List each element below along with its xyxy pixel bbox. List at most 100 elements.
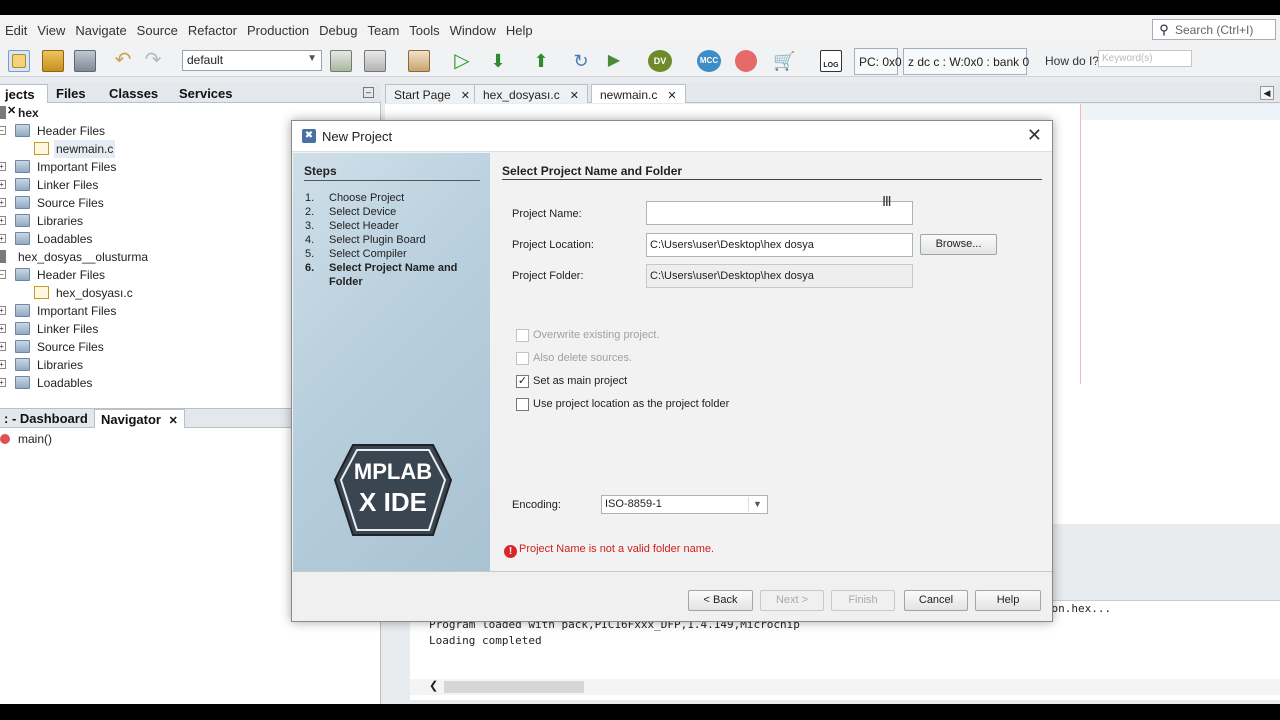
expand-icon[interactable]: + (0, 324, 6, 333)
cancel-button[interactable]: Cancel (904, 590, 968, 611)
keyword-input[interactable]: Keyword(s) (1098, 50, 1192, 67)
next-button[interactable]: Next > (760, 590, 824, 611)
folder-icon (15, 196, 30, 209)
folder-icon (15, 124, 30, 137)
back-button[interactable]: < Back (688, 590, 753, 611)
folder-icon (15, 268, 30, 281)
tree-item-label: Important Files (37, 304, 117, 318)
debug-icon[interactable]: ▶ (603, 50, 625, 72)
step-item: 5. Select Compiler (305, 247, 485, 261)
tree-item-label: hex_dosyası.c (56, 286, 133, 300)
scroll-tabs-icon[interactable]: ◀ (1260, 86, 1274, 100)
expand-icon[interactable]: + (0, 180, 6, 189)
menu-help[interactable]: Help (501, 23, 538, 38)
build-icon[interactable] (330, 50, 352, 72)
projects-panel-tabs: jects ✕ Files Classes Services – (0, 83, 381, 117)
close-icon[interactable]: ✕ (461, 90, 470, 102)
expand-icon[interactable]: + (0, 216, 6, 225)
collapse-icon[interactable]: − (0, 126, 6, 135)
menu-production[interactable]: Production (242, 23, 314, 38)
step-label: Select Project Name and Folder (329, 262, 458, 288)
step-item-current: 6. Select Project Name and Folder (305, 261, 485, 289)
expand-icon[interactable]: + (0, 234, 6, 243)
chevron-down-icon: ▼ (307, 53, 317, 64)
step-number: 2. (305, 206, 315, 218)
folder-icon (15, 178, 30, 191)
scroll-left-icon[interactable]: ❮ (429, 679, 438, 692)
search-input[interactable]: ⚲ Search (Ctrl+I) (1152, 19, 1276, 40)
configuration-select[interactable]: default ▼ (182, 50, 322, 71)
dv-icon[interactable]: DV (648, 50, 672, 72)
folder-icon (15, 232, 30, 245)
step-item: 2. Select Device (305, 205, 485, 219)
text-cursor-icon: Ⅲ (882, 193, 892, 209)
tab-services[interactable]: Services (173, 84, 239, 103)
undo-icon[interactable]: ↶ (112, 50, 134, 72)
menu-debug[interactable]: Debug (314, 23, 362, 38)
mcc-icon[interactable]: MCC (697, 50, 721, 72)
reset-icon[interactable]: ↻ (570, 50, 592, 72)
menu-tools[interactable]: Tools (404, 23, 444, 38)
minimize-icon[interactable]: – (363, 87, 374, 98)
horizontal-scrollbar[interactable]: ❮ (410, 679, 1280, 695)
step-item: 3. Select Header (305, 219, 485, 233)
tab-files[interactable]: Files (50, 84, 92, 103)
finish-button[interactable]: Finish (831, 590, 895, 611)
browse-button[interactable]: Browse... (920, 234, 997, 255)
close-project-icon[interactable] (74, 50, 96, 72)
help-button[interactable]: Help (975, 590, 1041, 611)
menu-team[interactable]: Team (362, 23, 404, 38)
project-name-input[interactable] (646, 201, 913, 225)
menu-edit[interactable]: Edit (0, 23, 32, 38)
search-placeholder: Search (Ctrl+I) (1175, 22, 1254, 37)
folder-icon (15, 304, 30, 317)
new-project-icon[interactable] (12, 54, 26, 68)
expand-icon[interactable]: + (0, 342, 6, 351)
steps-list: 1. Choose Project 2. Select Device 3. Selec… (305, 191, 485, 289)
expand-icon[interactable]: + (0, 378, 6, 387)
redo-icon[interactable]: ↷ (142, 50, 164, 72)
tab-start-page[interactable]: Start Page ✕ (385, 84, 479, 103)
expand-icon[interactable]: + (0, 360, 6, 369)
close-icon[interactable]: ✕ (1027, 125, 1042, 146)
clean-build-icon[interactable] (364, 50, 386, 72)
program-device-icon[interactable]: ⬇ (487, 50, 509, 72)
chevron-down-icon: ▼ (748, 497, 766, 512)
tab-newmain-c[interactable]: newmain.c ✕ (591, 84, 686, 103)
make-project-icon[interactable] (408, 50, 430, 72)
menu-navigate[interactable]: Navigate (70, 23, 131, 38)
tab-navigator[interactable]: Navigator ✕ (94, 409, 185, 428)
expand-icon[interactable]: + (0, 306, 6, 315)
encoding-select[interactable]: ISO-8859-1 ▼ (601, 495, 768, 514)
close-icon[interactable]: ✕ (169, 415, 178, 427)
tab-navigator-label: Navigator (101, 412, 161, 427)
tab-hex-dosyasi-c[interactable]: hex_dosyası.c ✕ (474, 84, 588, 103)
menu-source[interactable]: Source (132, 23, 183, 38)
scrollbar-thumb[interactable] (444, 681, 584, 693)
menu-refactor[interactable]: Refactor (183, 23, 242, 38)
log-icon[interactable]: LOG (820, 50, 842, 72)
step-label: Select Compiler (329, 248, 407, 260)
tab-dashboard[interactable]: : - Dashboard (0, 409, 94, 428)
tab-label: newmain.c (600, 88, 658, 102)
close-icon[interactable]: ✕ (667, 90, 676, 102)
divider (502, 179, 1042, 180)
menu-window[interactable]: Window (445, 23, 501, 38)
checkbox-label: Also delete sources. (533, 352, 633, 364)
step-label: Select Plugin Board (329, 234, 426, 246)
open-project-icon[interactable] (42, 50, 64, 72)
tab-projects[interactable]: jects ✕ (0, 84, 48, 117)
read-device-icon[interactable]: ⬆ (530, 50, 552, 72)
expand-icon[interactable]: + (0, 162, 6, 171)
expand-icon[interactable]: + (0, 198, 6, 207)
tab-classes[interactable]: Classes (103, 84, 164, 103)
close-icon[interactable]: ✕ (570, 90, 579, 102)
collapse-icon[interactable]: − (0, 270, 6, 279)
menu-view[interactable]: View (32, 23, 70, 38)
logo-text-bottom: X IDE (359, 487, 427, 517)
project-location-input[interactable]: C:\Users\user\Desktop\hex dosya (646, 233, 913, 257)
run-icon[interactable]: ▷ (451, 50, 473, 72)
ipe-icon[interactable] (735, 50, 757, 72)
dialog-content: Select Project Name and Folder Project N… (490, 153, 1052, 571)
cart-icon[interactable]: 🛒 (773, 50, 795, 72)
